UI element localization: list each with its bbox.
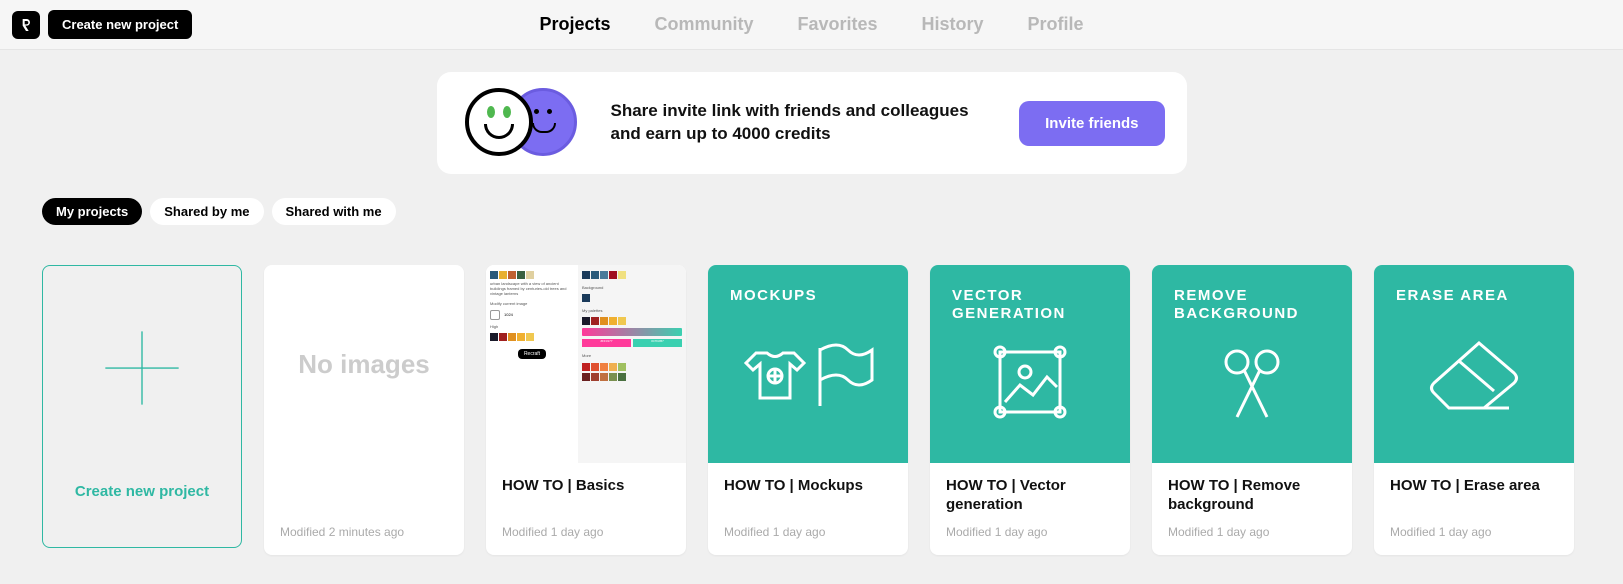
- filter-shared-by-me[interactable]: Shared by me: [150, 198, 263, 225]
- top-bar: Create new project Projects Community Fa…: [0, 0, 1623, 50]
- nav-history[interactable]: History: [922, 14, 984, 35]
- app-logo[interactable]: [12, 11, 40, 39]
- project-title: [280, 477, 448, 515]
- logo-icon: [18, 17, 34, 33]
- project-title: HOW TO | Vector generation: [946, 477, 1114, 515]
- project-thumb-empty: No images: [264, 265, 464, 463]
- project-thumb-remove-bg: REMOVE BACKGROUND: [1152, 265, 1352, 463]
- invite-friends-button[interactable]: Invite friends: [1019, 101, 1164, 146]
- project-thumb-basics: urban landscape with a view of ancient b…: [486, 265, 686, 463]
- filter-my-projects[interactable]: My projects: [42, 198, 142, 225]
- project-thumb-mockups: MOCKUPS: [708, 265, 908, 463]
- nav-projects[interactable]: Projects: [539, 14, 610, 35]
- thumb-label: ERASE AREA: [1396, 287, 1552, 305]
- project-thumb-erase: ERASE AREA: [1374, 265, 1574, 463]
- banner-text: Share invite link with friends and colle…: [611, 100, 998, 146]
- scissors-icon: [1212, 337, 1292, 427]
- tshirt-flag-icon: [738, 328, 878, 418]
- eraser-icon: [1424, 333, 1524, 413]
- project-modified: Modified 1 day ago: [1390, 525, 1558, 539]
- project-modified: Modified 2 minutes ago: [280, 525, 448, 539]
- project-modified: Modified 1 day ago: [946, 525, 1114, 539]
- thumb-label: MOCKUPS: [730, 287, 886, 305]
- project-card[interactable]: REMOVE BACKGROUND HOW TO | Remove backgr…: [1152, 265, 1352, 555]
- filter-shared-with-me[interactable]: Shared with me: [272, 198, 396, 225]
- project-title: HOW TO | Erase area: [1390, 477, 1558, 515]
- projects-grid: Create new project No images Modified 2 …: [0, 225, 1623, 555]
- nav-profile[interactable]: Profile: [1028, 14, 1084, 35]
- vector-image-icon: [985, 337, 1075, 427]
- project-card[interactable]: urban landscape with a view of ancient b…: [486, 265, 686, 555]
- project-filters: My projects Shared by me Shared with me: [0, 174, 1623, 225]
- create-new-project-card[interactable]: Create new project: [42, 265, 242, 548]
- create-new-project-button[interactable]: Create new project: [48, 10, 192, 39]
- banner-illustration: [459, 88, 589, 158]
- thumb-label: REMOVE BACKGROUND: [1174, 287, 1330, 323]
- project-card[interactable]: ERASE AREA HOW TO | Erase area Modified …: [1374, 265, 1574, 555]
- project-title: HOW TO | Remove background: [1168, 477, 1336, 515]
- nav-community[interactable]: Community: [654, 14, 753, 35]
- project-modified: Modified 1 day ago: [1168, 525, 1336, 539]
- invite-banner: Share invite link with friends and colle…: [437, 72, 1187, 174]
- project-card[interactable]: No images Modified 2 minutes ago: [264, 265, 464, 555]
- main-nav: Projects Community Favorites History Pro…: [539, 14, 1083, 35]
- nav-favorites[interactable]: Favorites: [797, 14, 877, 35]
- project-modified: Modified 1 day ago: [724, 525, 892, 539]
- project-modified: Modified 1 day ago: [502, 525, 670, 539]
- project-card[interactable]: MOCKUPS HOW TO | Mockups Modified 1 day …: [708, 265, 908, 555]
- project-title: HOW TO | Mockups: [724, 477, 892, 515]
- thumb-label: VECTOR GENERATION: [952, 287, 1108, 323]
- create-new-project-label: Create new project: [75, 483, 209, 500]
- project-title: HOW TO | Basics: [502, 477, 670, 515]
- face-icon: [465, 88, 533, 156]
- project-card[interactable]: VECTOR GENERATION HOW TO | Vector genera…: [930, 265, 1130, 555]
- plus-icon: [87, 313, 197, 423]
- no-images-text: No images: [298, 349, 430, 380]
- project-thumb-vector: VECTOR GENERATION: [930, 265, 1130, 463]
